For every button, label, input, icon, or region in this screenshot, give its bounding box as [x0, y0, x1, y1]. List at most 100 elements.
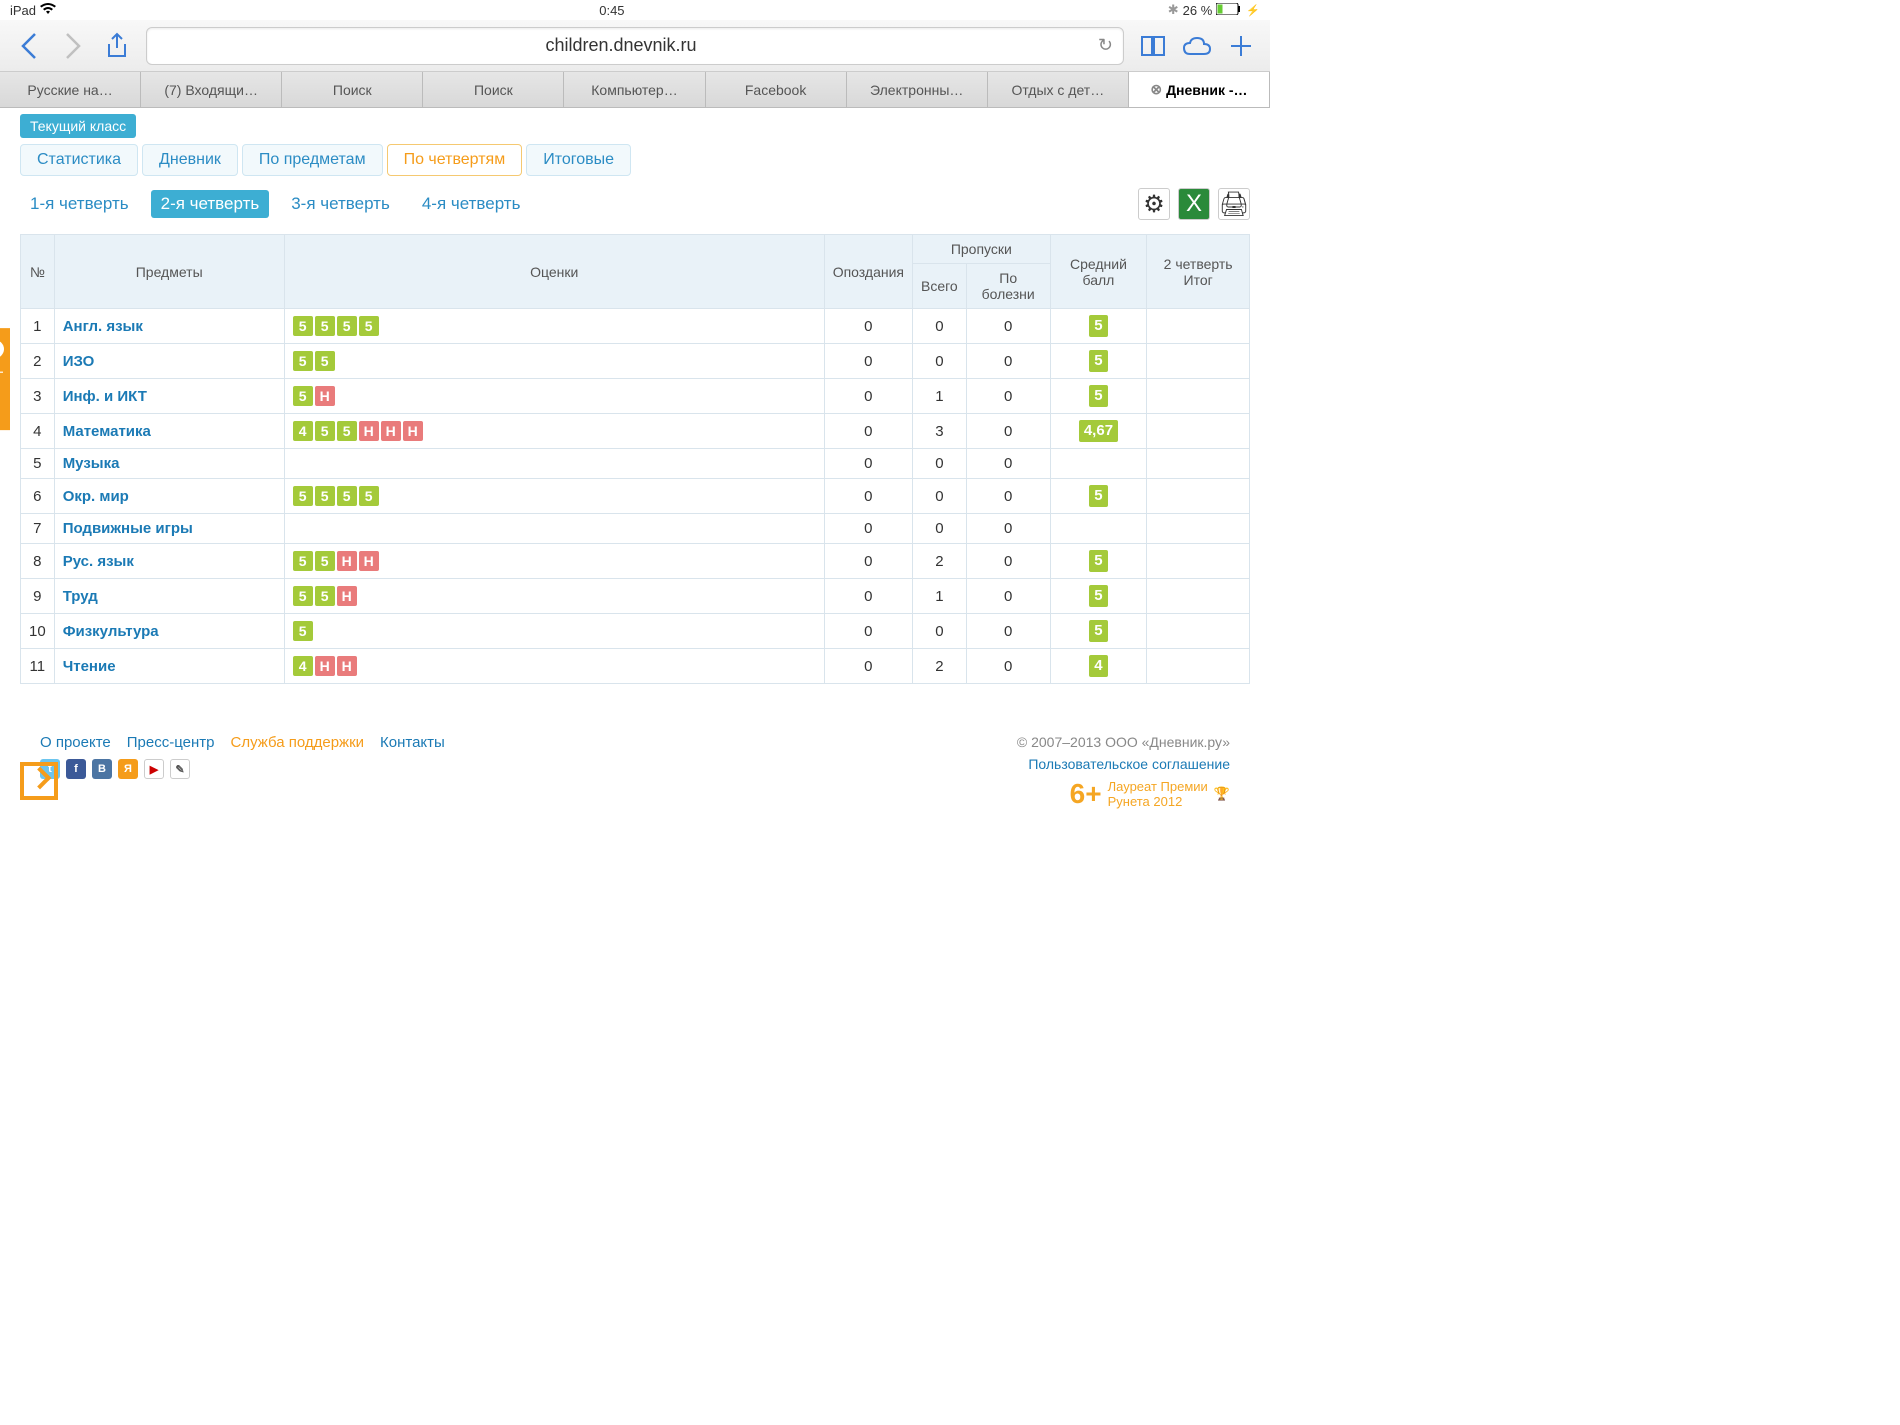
grade-chip: 5 [337, 486, 357, 506]
subject-link[interactable]: Чтение [63, 658, 116, 675]
grade-chip: 5 [315, 486, 335, 506]
grade-chip: 5 [293, 316, 313, 336]
nav-tab[interactable]: Итоговые [526, 144, 631, 176]
logo-corner-icon[interactable] [20, 762, 58, 800]
bluetooth-icon: ✱ [1168, 2, 1179, 18]
grade-chip: Н [315, 656, 335, 676]
export-settings-icon[interactable]: ⚙ [1138, 188, 1170, 220]
export-excel-icon[interactable]: X [1178, 188, 1210, 220]
vk-icon[interactable]: B [92, 759, 112, 779]
table-row: 9Труд55Н0105 [21, 579, 1250, 614]
share-button[interactable] [102, 32, 132, 60]
quarter-link[interactable]: 3-я четверть [281, 190, 400, 218]
col-abs-sick: По болезни [966, 264, 1050, 309]
grade-chip: 5 [359, 316, 379, 336]
col-grades: Оценки [284, 235, 824, 309]
browser-tab[interactable]: Электронны… [847, 72, 988, 107]
grade-chip: 5 [315, 316, 335, 336]
browser-tab[interactable]: Русские на… [0, 72, 141, 107]
browser-tab[interactable]: Поиск [282, 72, 423, 107]
subject-link[interactable]: Подвижные игры [63, 520, 193, 537]
footer: О проекте Пресс-центр Служба поддержки К… [20, 734, 1250, 810]
subject-link[interactable]: Физкультура [63, 623, 159, 640]
quarter-selector: 1-я четверть 2-я четверть 3-я четверть 4-я … [20, 188, 1250, 220]
footer-about-link[interactable]: О проекте [40, 734, 111, 751]
subject-link[interactable]: Окр. мир [63, 488, 129, 505]
grade-chip: 5 [337, 421, 357, 441]
footer-contacts-link[interactable]: Контакты [380, 734, 445, 751]
grade-chip: 5 [293, 351, 313, 371]
grade-chip: Н [315, 386, 335, 406]
subject-link[interactable]: Рус. язык [63, 553, 134, 570]
laureate-badge: 6+ Лауреат Премии Рунета 2012 🏆 [1070, 778, 1230, 810]
current-class-badge[interactable]: Текущий класс [20, 114, 136, 138]
table-row: 11Чтение4НН0204 [21, 649, 1250, 684]
grade-chip: Н [359, 551, 379, 571]
avg-chip: 5 [1089, 350, 1107, 372]
copyright-text: © 2007–2013 ООО «Дневник.ру» [1017, 734, 1230, 750]
safari-toolbar: children.dnevnik.ru ↻ [0, 20, 1270, 72]
facebook-icon[interactable]: f [66, 759, 86, 779]
browser-tab[interactable]: Facebook [706, 72, 847, 107]
table-row: 2ИЗО550005 [21, 344, 1250, 379]
reader-button[interactable] [1138, 35, 1168, 57]
footer-support-link[interactable]: Служба поддержки [231, 734, 365, 751]
odnoklassniki-icon[interactable]: Я [118, 759, 138, 779]
forward-button[interactable] [58, 32, 88, 60]
footer-press-link[interactable]: Пресс-центр [127, 734, 215, 751]
subject-link[interactable]: Труд [63, 588, 98, 605]
grade-chip: 5 [293, 586, 313, 606]
browser-tab[interactable]: (7) Входящи… [141, 72, 282, 107]
quarter-link[interactable]: 1-я четверть [20, 190, 139, 218]
url-bar[interactable]: children.dnevnik.ru ↻ [146, 27, 1124, 65]
avg-chip: 5 [1089, 585, 1107, 607]
subject-link[interactable]: Инф. и ИКТ [63, 388, 147, 405]
help-side-tab[interactable]: Помощь ? [0, 328, 10, 430]
nav-tab[interactable]: Дневник [142, 144, 238, 176]
nav-tab[interactable]: По предметам [242, 144, 383, 176]
grade-chip: 5 [293, 386, 313, 406]
avg-chip: 5 [1089, 620, 1107, 642]
col-late: Опоздания [824, 235, 912, 309]
table-row: 4Математика455ННН0304,67 [21, 414, 1250, 449]
charging-icon: ⚡ [1246, 4, 1260, 17]
table-row: 5Музыка000 [21, 449, 1250, 479]
avg-chip: 4 [1089, 655, 1107, 677]
new-tab-button[interactable] [1226, 34, 1256, 58]
browser-tab[interactable]: ⊗Дневник -… [1129, 72, 1270, 107]
grade-chip: Н [359, 421, 379, 441]
browser-tab[interactable]: Компьютер… [564, 72, 705, 107]
browser-tabs: Русские на…(7) Входящи…ПоискПоискКомпьют… [0, 72, 1270, 108]
quarter-link[interactable]: 4-я четверть [412, 190, 531, 218]
cloud-tabs-button[interactable] [1182, 36, 1212, 56]
avg-chip: 4,67 [1079, 420, 1118, 442]
col-subjects: Предметы [54, 235, 284, 309]
back-button[interactable] [14, 32, 44, 60]
table-row: 6Окр. мир55550005 [21, 479, 1250, 514]
grade-chip: 4 [293, 421, 313, 441]
browser-tab[interactable]: Поиск [423, 72, 564, 107]
col-avg: Средний балл [1050, 235, 1147, 309]
nav-tab[interactable]: Статистика [20, 144, 138, 176]
grade-chip: Н [337, 551, 357, 571]
quarter-link[interactable]: 2-я четверть [151, 190, 270, 218]
footer-links: О проекте Пресс-центр Служба поддержки К… [40, 734, 445, 751]
user-agreement-link[interactable]: Пользовательское соглашение [1028, 756, 1230, 772]
subject-link[interactable]: ИЗО [63, 353, 95, 370]
browser-tab[interactable]: Отдых с дет… [988, 72, 1129, 107]
table-row: 7Подвижные игры000 [21, 514, 1250, 544]
device-label: iPad [10, 3, 36, 18]
reload-icon[interactable]: ↻ [1098, 35, 1113, 56]
col-abs-total: Всего [913, 264, 967, 309]
battery-percent: 26 % [1183, 3, 1213, 18]
subject-link[interactable]: Математика [63, 423, 151, 440]
subject-link[interactable]: Англ. язык [63, 318, 143, 335]
grade-chip: 5 [315, 586, 335, 606]
livejournal-icon[interactable]: ✎ [170, 759, 190, 779]
youtube-icon[interactable]: ▶ [144, 759, 164, 779]
subject-link[interactable]: Музыка [63, 455, 120, 472]
print-icon[interactable]: 🖨 [1218, 188, 1250, 220]
close-icon[interactable]: ⊗ [1150, 81, 1162, 98]
grade-chip: Н [337, 656, 357, 676]
nav-tab[interactable]: По четвертям [387, 144, 523, 176]
